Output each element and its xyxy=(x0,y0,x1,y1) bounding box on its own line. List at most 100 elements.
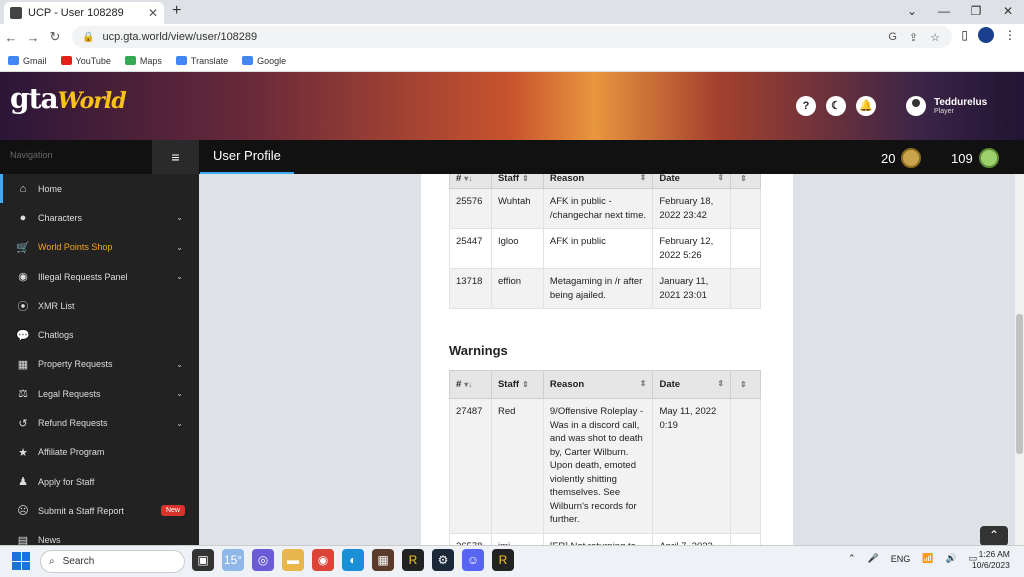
edge-icon[interactable]: ◐ xyxy=(342,549,364,571)
window-controls: ⌄ — ❐ ✕ xyxy=(896,0,1024,24)
sidebar-item-home[interactable]: ⌂ Home xyxy=(0,174,199,204)
close-window-icon[interactable]: ✕ xyxy=(992,0,1024,24)
building-icon: ▦ xyxy=(17,358,29,371)
news-icon: ▤ xyxy=(17,534,29,545)
bookmark-google[interactable]: Google xyxy=(242,56,286,66)
sidebar-item-submit-staff-report[interactable]: ☹ Submit a Staff Report New xyxy=(0,496,199,525)
sort-icon: ▾↓ xyxy=(464,380,473,389)
bookmark-maps[interactable]: Maps xyxy=(124,56,162,66)
clock-date: 10/6/2023 xyxy=(972,560,1010,570)
bell-icon[interactable]: 🔔 xyxy=(856,96,876,116)
site-favicon-icon xyxy=(10,7,22,19)
moon-icon[interactable]: ☾ xyxy=(826,96,846,116)
forward-icon[interactable]: → xyxy=(22,30,44,45)
table-row: 27487 Red 9/Offensive Roleplay - Was in … xyxy=(449,398,761,534)
chevron-up-icon[interactable]: ⌃ xyxy=(848,553,856,564)
clock-time: 1:26 AM xyxy=(978,549,1010,559)
sidebar-item-characters[interactable]: ● Characters ⌄ xyxy=(0,203,199,232)
scroll-to-top-button[interactable]: ⌃ xyxy=(980,526,1008,546)
teams-icon[interactable]: ◎ xyxy=(252,549,274,571)
profile-avatar[interactable] xyxy=(978,27,994,43)
url-field[interactable]: 🔒 ucp.gta.world/view/user/108289 G ⇪ ☆ xyxy=(72,26,952,48)
rockstar-icon[interactable]: R xyxy=(492,549,514,571)
wifi-icon[interactable]: 📶 xyxy=(922,553,933,564)
game-icon[interactable]: ▦ xyxy=(372,549,394,571)
bookmark-star-icon[interactable]: ☆ xyxy=(930,31,940,44)
chevron-up-icon: ⌃ xyxy=(988,528,1000,542)
sidebar-item-property-requests[interactable]: ▦ Property Requests ⌄ xyxy=(0,350,199,379)
col-extra-header[interactable]: ⇕ xyxy=(730,174,761,189)
chat-icon: 💬 xyxy=(16,329,30,342)
col-staff-header[interactable]: Staff ⇕ xyxy=(490,370,544,399)
profile-card: # ▾↓ Staff ⇕ Reason ⇕ Date ⇕ ⇕ 25576 Wuhtah … xyxy=(421,174,793,545)
col-reason-header[interactable]: Reason ⇕ xyxy=(542,370,654,399)
table-row: 25447 Igloo AFK in public February 12, 2… xyxy=(449,228,761,269)
translate-icon xyxy=(175,56,187,65)
url-text: ucp.gta.world/view/user/108289 xyxy=(102,31,258,43)
browser-tab[interactable]: UCP - User 108289 ✕ xyxy=(4,2,164,24)
cart-icon: 🛒 xyxy=(16,241,30,254)
sort-icon: ⇕ xyxy=(717,174,725,182)
sidepanel-icon[interactable]: ▯ xyxy=(961,28,968,42)
sidebar-item-illegal-requests[interactable]: ◉ Illegal Requests Panel ⌄ xyxy=(0,262,199,291)
folder-icon[interactable]: ▬ xyxy=(282,549,304,571)
sidebar-item-legal-requests[interactable]: ⚖ Legal Requests ⌄ xyxy=(0,379,199,408)
language-indicator[interactable]: ENG xyxy=(891,554,911,564)
sidebar-item-refund-requests[interactable]: ↺ Refund Requests ⌄ xyxy=(0,408,199,437)
table-row: 25576 Wuhtah AFK in public - /changechar… xyxy=(449,188,761,229)
bookmarks-bar: Gmail YouTube Maps Translate Google xyxy=(0,50,1024,72)
minimize-icon[interactable]: — xyxy=(928,0,960,24)
taskbar-clock[interactable]: 1:26 AM 10/6/2023 xyxy=(972,549,1010,571)
col-date-header[interactable]: Date ⇕ xyxy=(652,174,732,189)
share-icon[interactable]: ⇪ xyxy=(909,31,918,44)
new-tab-icon[interactable]: + xyxy=(172,2,181,20)
hamburger-menu-icon[interactable]: ≡ xyxy=(152,140,199,174)
undo-icon: ↺ xyxy=(18,417,28,430)
user-role: Player xyxy=(934,108,954,115)
site-logo[interactable]: gtaWorld xyxy=(10,82,127,128)
bookmark-youtube[interactable]: YouTube xyxy=(60,56,111,66)
warnings-heading: Warnings xyxy=(449,343,508,358)
chevron-down-icon: ⌄ xyxy=(176,359,183,369)
taskbar-search[interactable]: ⌕ Search xyxy=(40,550,185,573)
help-icon[interactable]: ? xyxy=(796,96,816,116)
discord-icon[interactable]: ☺ xyxy=(462,549,484,571)
sidebar-item-chatlogs[interactable]: 💬 Chatlogs xyxy=(0,320,199,349)
radio-icon: ⦿ xyxy=(17,300,29,313)
sidebar-item-xmr-list[interactable]: ⦿ XMR List xyxy=(0,291,199,320)
star-icon: ★ xyxy=(18,446,28,459)
scrollbar-thumb[interactable] xyxy=(1016,314,1023,454)
task-view-icon[interactable]: ▣ xyxy=(192,549,214,571)
close-tab-icon[interactable]: ✕ xyxy=(148,6,158,20)
user-menu[interactable]: Teddurelus Player xyxy=(906,96,987,116)
bookmark-translate[interactable]: Translate xyxy=(175,56,228,66)
chevron-down-icon[interactable]: ⌄ xyxy=(896,0,928,24)
microphone-icon[interactable]: 🎤 xyxy=(868,553,879,564)
col-id-header[interactable]: # ▾↓ xyxy=(449,370,492,399)
col-staff-header[interactable]: Staff ⇕ xyxy=(490,174,544,189)
back-icon[interactable]: ← xyxy=(0,30,22,45)
col-reason-header[interactable]: Reason ⇕ xyxy=(542,174,654,189)
rockstar-icon[interactable]: R xyxy=(402,549,424,571)
volume-icon[interactable]: 🔊 xyxy=(946,553,957,564)
menu-kebab-icon[interactable]: ⋮ xyxy=(1004,28,1016,42)
reload-icon[interactable]: ↻ xyxy=(44,29,66,45)
windows-start-icon[interactable] xyxy=(12,552,30,570)
bookmark-gmail[interactable]: Gmail xyxy=(8,56,47,66)
sidebar-item-world-points-shop[interactable]: 🛒 World Points Shop ⌄ xyxy=(0,233,199,262)
warnings-table: # ▾↓ Staff ⇕ Reason ⇕ Date ⇕ ⇕ 27487 Red 9/O… xyxy=(449,370,761,545)
chrome-icon[interactable]: ◉ xyxy=(312,549,334,571)
google-icon[interactable]: G xyxy=(888,31,897,44)
col-date-header[interactable]: Date ⇕ xyxy=(652,370,732,399)
maximize-icon[interactable]: ❐ xyxy=(960,0,992,24)
col-id-header[interactable]: # ▾↓ xyxy=(449,174,492,189)
col-extra-header[interactable]: ⇕ xyxy=(730,370,761,399)
level-stat: 109 xyxy=(951,148,999,168)
lock-icon[interactable]: 🔒 xyxy=(82,32,94,43)
weather-icon[interactable]: 15° xyxy=(222,549,244,571)
sidebar-item-affiliate-program[interactable]: ★ Affiliate Program xyxy=(0,438,199,467)
sidebar-item-apply-for-staff[interactable]: ♟ Apply for Staff xyxy=(0,467,199,496)
main-content: # ▾↓ Staff ⇕ Reason ⇕ Date ⇕ ⇕ 25576 Wuhtah … xyxy=(199,174,1015,545)
steam-icon[interactable]: ⚙ xyxy=(432,549,454,571)
sidebar-item-news[interactable]: ▤ News xyxy=(0,526,199,545)
